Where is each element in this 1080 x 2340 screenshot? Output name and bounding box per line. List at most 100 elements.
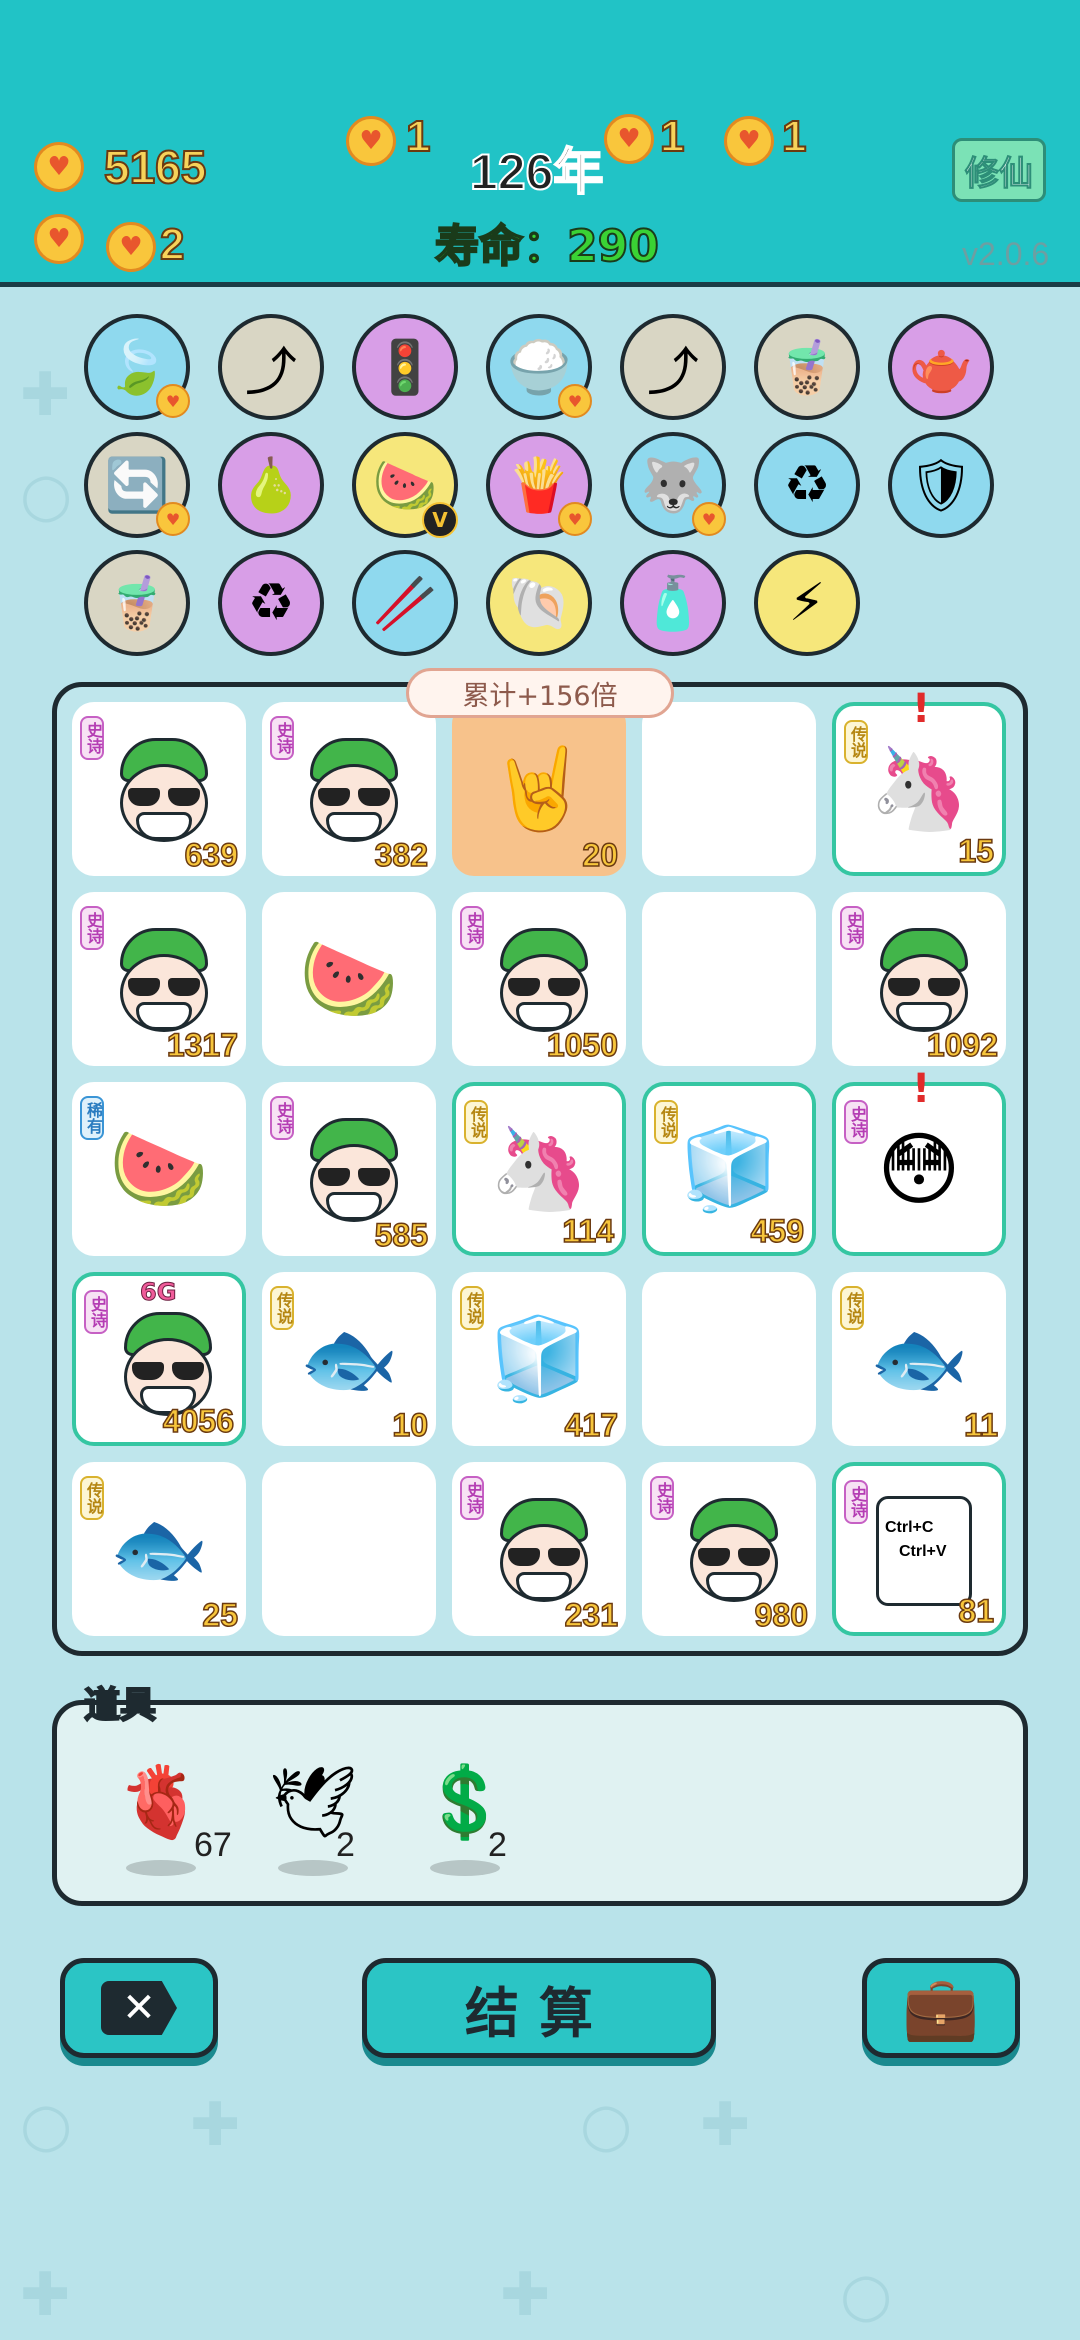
bubble-tea-skill[interactable]: 🧋	[84, 550, 190, 656]
bubble-tea-icon: 🧋	[774, 337, 840, 398]
board-cell[interactable]: 🐟 传说 11	[832, 1272, 1006, 1446]
bag-button[interactable]: 💼	[862, 1958, 1020, 2058]
recycle-bag-icon: ♻	[783, 455, 831, 515]
chopsticks-icon: 🥢	[372, 573, 438, 634]
traffic-light-skill[interactable]: 🚦	[352, 314, 458, 420]
board-cell[interactable]: 史诗 382	[262, 702, 436, 876]
bubble-tea-skill[interactable]: 🧋	[754, 314, 860, 420]
background-flower-icon: ✚	[500, 2260, 551, 2330]
fruit-basket-skill[interactable]: 🍉 V	[352, 432, 458, 538]
copy-paste-card-icon: Ctrl+C Ctrl+V	[876, 1496, 972, 1606]
watermelon-icon: 🍉	[299, 932, 399, 1025]
board-cell[interactable]: 🧊 传说 417	[452, 1272, 626, 1446]
recycle-skill[interactable]: ♻	[218, 550, 324, 656]
grapefruit-skill[interactable]: 🍐	[218, 432, 324, 538]
board-cell[interactable]: 史诗 1050	[452, 892, 626, 1066]
green-cap-man-icon	[306, 1118, 402, 1222]
lifespan-label: 寿命：290	[434, 220, 660, 273]
gravy-boat-icon: 🫖	[908, 337, 974, 398]
version-label: v2.0.6	[962, 236, 1050, 272]
background-ring-icon: ○	[20, 2090, 73, 2160]
green-cap-man-icon	[116, 738, 212, 842]
board-cell[interactable]: 史诗 980	[642, 1462, 816, 1636]
traffic-light-icon: 🚦	[372, 337, 438, 398]
green-cap-man-icon	[496, 1498, 592, 1602]
bubble-tea-icon: 🧋	[104, 573, 170, 634]
board-cell[interactable]: 史诗 231	[452, 1462, 626, 1636]
shell-skill[interactable]: 🐚	[486, 550, 592, 656]
board-cell[interactable]: 🤘 20	[452, 702, 626, 876]
rarity-tag: 传说	[460, 1286, 484, 1330]
board-cell[interactable]: 🐟 传说 25	[72, 1462, 246, 1636]
rarity-tag: 传说	[840, 1286, 864, 1330]
board-cell-empty[interactable]	[642, 892, 816, 1066]
rarity-tag: 史诗	[650, 1476, 674, 1520]
prop-count: 2	[336, 1826, 355, 1864]
settle-label: 结算	[465, 1981, 613, 2045]
shell-icon: 🐚	[506, 573, 572, 634]
arrow-up-icon: ⤴	[244, 342, 297, 403]
multiplier-bubble: 累计+156倍	[406, 668, 674, 718]
board-cell[interactable]: 史诗 6G 4056	[72, 1272, 246, 1446]
board-cell[interactable]: 🍉 稀有	[72, 1082, 246, 1256]
background-ring-icon: ○	[20, 460, 73, 530]
board-cell-empty[interactable]	[262, 1462, 436, 1636]
grapefruit-icon: 🍐	[238, 455, 304, 516]
arrow-up-skill[interactable]: ⤴	[218, 314, 324, 420]
cell-count: 417	[564, 1406, 619, 1444]
board-cell[interactable]: Ctrl+C Ctrl+V 史诗 81	[832, 1462, 1006, 1636]
refresh-skill[interactable]: 🔄 ♥	[84, 432, 190, 538]
cell-count: 980	[754, 1596, 809, 1634]
cell-count: 459	[750, 1212, 805, 1250]
rarity-tag: 史诗	[840, 906, 864, 950]
prop-count: 2	[488, 1826, 507, 1864]
board-cell[interactable]: 😳 史诗!	[832, 1066, 1006, 1256]
board-cell-empty[interactable]	[642, 1272, 816, 1446]
leaf-skill[interactable]: 🍃 ♥	[84, 314, 190, 420]
coin-small-a: 1	[405, 111, 432, 162]
briefcase-icon: 💼	[902, 1971, 980, 2044]
fries-skill[interactable]: 🍟 ♥	[486, 432, 592, 538]
rarity-tag: 史诗	[80, 906, 104, 950]
coin-small-c: 1	[781, 111, 808, 162]
settle-button[interactable]: 结算	[362, 1958, 716, 2058]
close-button[interactable]: ✕	[60, 1958, 218, 2058]
rarity-tag: 史诗	[270, 1096, 294, 1140]
rarity-tag: 史诗	[80, 716, 104, 760]
husky-skill[interactable]: 🐺 ♥	[620, 432, 726, 538]
board-cell[interactable]: 🐟 传说 10	[262, 1272, 436, 1446]
board-cell-empty[interactable]	[642, 702, 816, 876]
lightning-skill[interactable]: ⚡	[754, 550, 860, 656]
board-cell[interactable]: 🦄 传说 114	[452, 1082, 626, 1256]
cell-count: 11	[963, 1406, 998, 1444]
cultivate-button[interactable]: 修仙	[952, 138, 1046, 202]
green-cap-man-icon	[686, 1498, 782, 1602]
top-status-bar: ♥ 5165 ♥ ♥ 2 ♥ 1 ♥ 1 ♥ 1 126年 寿命：290 修仙 …	[0, 0, 1080, 287]
heart-coin-icon: ♥	[724, 116, 774, 166]
board-cell[interactable]: 史诗 1317	[72, 892, 246, 1066]
heart-coin-icon: ♥	[106, 222, 156, 272]
recycle-bag-skill[interactable]: ♻	[754, 432, 860, 538]
board-cell[interactable]: 🦄 传说! 15	[832, 686, 1006, 876]
arrow-up-skill[interactable]: ⤴	[620, 314, 726, 420]
perfume-skill[interactable]: 🧴	[620, 550, 726, 656]
alert-icon: !	[912, 686, 931, 732]
board-cell[interactable]: 史诗 1092	[832, 892, 1006, 1066]
rarity-tag: 传说	[464, 1100, 488, 1144]
shield-wrench-icon: 🛡	[907, 455, 974, 516]
board-cell[interactable]: 史诗 639	[72, 702, 246, 876]
cell-count: 10	[392, 1406, 429, 1444]
rice-bowl-skill[interactable]: 🍚 ♥	[486, 314, 592, 420]
heart-coin-icon: ♥	[558, 384, 592, 418]
board-cell[interactable]: 🧊 传说 459	[642, 1082, 816, 1256]
cell-count: 81	[958, 1592, 995, 1630]
liver-icon[interactable]: 🫀	[116, 1752, 206, 1852]
alert-icon: !	[912, 1066, 931, 1112]
gravy-boat-skill[interactable]: 🫖	[888, 314, 994, 420]
board-cell[interactable]: 史诗 585	[262, 1082, 436, 1256]
board-cell[interactable]: 🍉	[262, 892, 436, 1066]
shield-wrench-skill[interactable]: 🛡	[888, 432, 994, 538]
chopsticks-skill[interactable]: 🥢	[352, 550, 458, 656]
rarity-tag: 传说	[844, 720, 868, 764]
close-icon: ✕	[101, 1981, 177, 2035]
